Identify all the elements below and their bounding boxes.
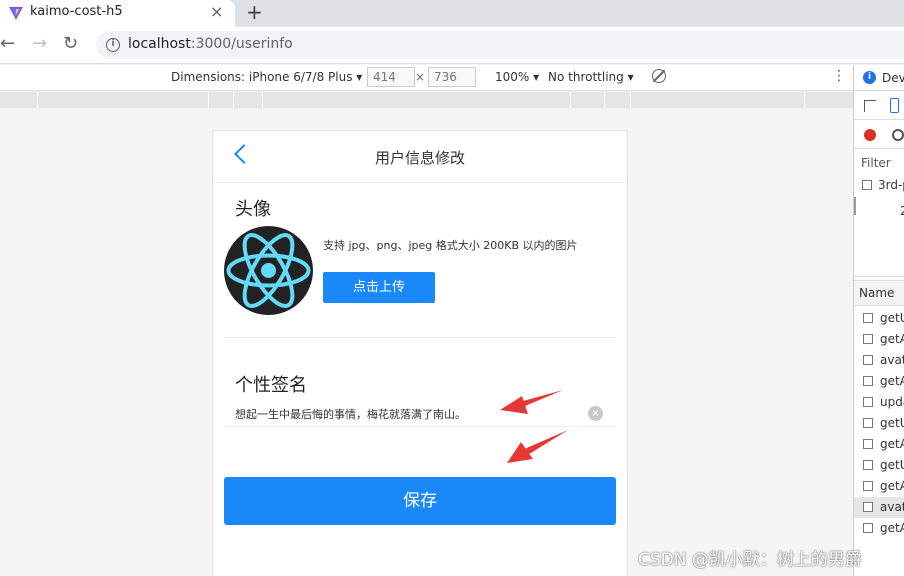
devtools-tabs: i DevTools [854, 65, 904, 91]
network-overview: 2 [854, 197, 904, 277]
network-toolbar [854, 121, 904, 149]
annotation-arrows [500, 390, 568, 463]
request-row[interactable]: getAll [854, 371, 904, 392]
request-name: avatar [880, 353, 904, 367]
name-column-header[interactable]: Name [854, 280, 904, 306]
filter-input[interactable]: Filter [861, 156, 891, 170]
request-checkbox[interactable] [863, 481, 873, 491]
request-row[interactable]: avatar [854, 497, 904, 518]
request-checkbox[interactable] [863, 502, 873, 512]
request-row[interactable]: avatar [854, 350, 904, 371]
red-arrow-icon [500, 390, 563, 414]
request-checkbox[interactable] [863, 397, 873, 407]
inspect-icon[interactable] [864, 100, 876, 112]
request-row[interactable]: getAll [854, 329, 904, 350]
request-name: getAll [880, 332, 904, 346]
watermark: CSDN @凯小默：树上的男爵 [638, 550, 862, 570]
request-row[interactable]: getAll [854, 476, 904, 497]
request-checkbox[interactable] [863, 460, 873, 470]
device-toggle-icon[interactable] [890, 98, 899, 113]
request-name: getAll [880, 437, 904, 451]
request-checkbox[interactable] [863, 355, 873, 365]
request-row[interactable]: getUserInfo [854, 413, 904, 434]
request-row[interactable]: getAll [854, 434, 904, 455]
request-list: getUserInfo getAll avatar getAll update getUs… [854, 308, 904, 539]
request-name: getUserInfo [880, 458, 904, 472]
request-checkbox[interactable] [863, 418, 873, 428]
info-icon: i [863, 71, 876, 84]
devtools-toolbar [854, 92, 904, 120]
third-party-checkbox[interactable]: 3rd-party requests [862, 178, 904, 192]
request-checkbox[interactable] [863, 334, 873, 344]
devtools-panel: i DevTools Filter 3rd-party requests 2 N… [853, 65, 904, 576]
request-checkbox[interactable] [863, 523, 873, 533]
request-name: getAll [880, 521, 904, 535]
red-arrow-icon [507, 430, 568, 463]
request-name: avatar [880, 500, 904, 514]
overview-number: 2 [900, 204, 904, 218]
request-checkbox[interactable] [863, 439, 873, 449]
devtools-tab-label[interactable]: DevTools [882, 71, 904, 85]
request-name: update [880, 395, 904, 409]
request-name: getUserInfo [880, 311, 904, 325]
request-name: getAll [880, 374, 904, 388]
request-row[interactable]: update [854, 392, 904, 413]
request-name: getAll [880, 479, 904, 493]
request-checkbox[interactable] [863, 376, 873, 386]
request-row[interactable]: getUserInfo [854, 308, 904, 329]
request-checkbox[interactable] [863, 313, 873, 323]
record-icon[interactable] [864, 129, 876, 141]
request-row[interactable]: getUserInfo [854, 455, 904, 476]
clear-log-icon[interactable] [892, 129, 904, 141]
request-row[interactable]: getAll [854, 518, 904, 539]
request-name: getUserInfo [880, 416, 904, 430]
